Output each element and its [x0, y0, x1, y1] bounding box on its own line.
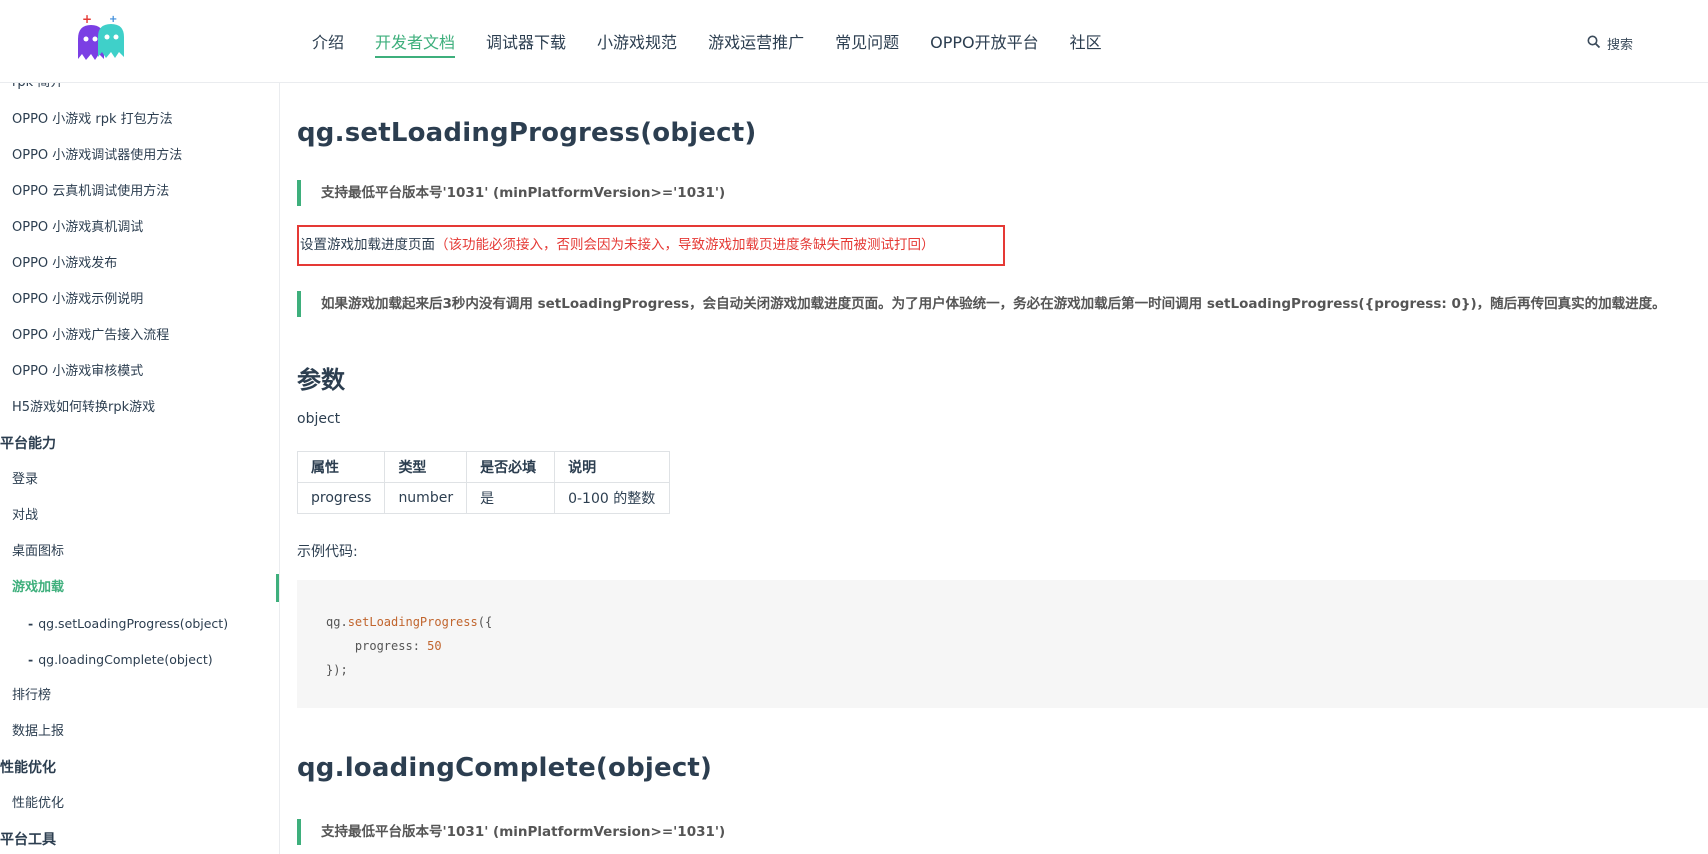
description-text: 设置游戏加载进度页面: [300, 237, 435, 253]
table-cell: 是: [466, 482, 556, 514]
table-row: progress number 是 0-100 的整数: [296, 482, 671, 514]
search-box[interactable]: 搜索: [1587, 34, 1633, 53]
subitem-label: qg.setLoadingProgress(object): [38, 616, 229, 631]
table-header-row: 属性 类型 是否必填 说明: [296, 451, 671, 483]
code-line: qg.setLoadingProgress({: [326, 615, 493, 629]
table-cell: progress: [296, 482, 386, 514]
sidebar-item[interactable]: OPPO 小游戏广告接入流程: [12, 327, 169, 345]
params-heading: 参数: [297, 366, 345, 394]
sidebar-item-login[interactable]: 登录: [12, 471, 38, 489]
main-nav: 介绍 开发者文档 调试器下载 小游戏规范 游戏运营推广 常见问题 OPPO开放平…: [312, 30, 1133, 58]
sidebar-item-desktop-icon[interactable]: 桌面图标: [12, 543, 64, 561]
search-label: 搜索: [1607, 38, 1634, 53]
logo-icon[interactable]: + +: [74, 12, 132, 65]
table-cell: 0-100 的整数: [554, 482, 671, 514]
sidebar-item[interactable]: H5游戏如何转换rpk游戏: [12, 399, 155, 417]
description-warning: （该功能必须接入，否则会因为未接入，导致游戏加载页进度条缺失而被测试打回）: [435, 237, 935, 253]
nav-oppo-open-platform[interactable]: OPPO开放平台: [930, 30, 1039, 56]
subitem-label: qg.loadingComplete(object): [38, 652, 213, 667]
table-cell: number: [384, 482, 468, 514]
description-highlight: 设置游戏加载进度页面（该功能必须接入，否则会因为未接入，导致游戏加载页进度条缺失…: [297, 225, 1005, 266]
api-title-set-loading-progress: qg.setLoadingProgress(object): [297, 118, 757, 148]
sidebar-item-data-report[interactable]: 数据上报: [12, 723, 64, 741]
nav-developer-docs[interactable]: 开发者文档: [375, 30, 456, 58]
sidebar-item[interactable]: OPPO 云真机调试使用方法: [12, 183, 169, 201]
nav-minigame-spec[interactable]: 小游戏规范: [597, 30, 677, 56]
code-block[interactable]: qg.setLoadingProgress({ progress: 50 });: [297, 580, 1708, 708]
sidebar-item[interactable]: OPPO 小游戏示例说明: [12, 291, 143, 309]
sidebar-group-performance[interactable]: 性能优化: [0, 759, 56, 777]
version-tip: 支持最低平台版本号'1031' (minPlatformVersion>='10…: [297, 180, 725, 206]
object-label: object: [297, 411, 341, 427]
example-code-label: 示例代码:: [297, 544, 358, 560]
loading-note: 如果游戏加载起来后3秒内没有调用 setLoadingProgress，会自动关…: [297, 291, 1666, 317]
sidebar-item-game-loading[interactable]: 游戏加载: [12, 579, 64, 597]
sidebar-subitem-loading-complete[interactable]: - qg.loadingComplete(object): [28, 651, 213, 669]
sidebar-item[interactable]: OPPO 小游戏调试器使用方法: [12, 147, 182, 165]
sidebar-subitem-set-loading-progress[interactable]: - qg.setLoadingProgress(object): [28, 615, 228, 633]
table-header: 是否必填: [466, 451, 556, 483]
top-navbar: + + 介绍 开发者文档 调试器下载 小游戏规范 游戏运营推广 常见问题 OPP…: [0, 0, 1708, 83]
sidebar-group-tools[interactable]: 平台工具: [0, 831, 56, 849]
search-icon: [1587, 34, 1601, 53]
nav-intro[interactable]: 介绍: [312, 30, 344, 56]
sidebar-item-performance[interactable]: 性能优化: [12, 795, 64, 813]
nav-operation-promotion[interactable]: 游戏运营推广: [708, 30, 804, 56]
api-title-loading-complete: qg.loadingComplete(object): [297, 753, 713, 783]
code-line: });: [326, 663, 348, 677]
sidebar-item-battle[interactable]: 对战: [12, 507, 38, 525]
sidebar-item-leaderboard[interactable]: 排行榜: [12, 687, 51, 705]
param-table: 属性 类型 是否必填 说明 progress number 是 0-100 的整…: [296, 451, 671, 514]
sidebar-item[interactable]: OPPO 小游戏 rpk 打包方法: [12, 111, 173, 129]
sidebar-item[interactable]: OPPO 小游戏真机调试: [12, 219, 143, 237]
sidebar-item-rpk-intro[interactable]: rpk 简介: [12, 83, 63, 92]
table-header: 属性: [296, 451, 386, 483]
nav-debugger-download[interactable]: 调试器下载: [486, 30, 566, 56]
nav-faq[interactable]: 常见问题: [835, 30, 899, 56]
table-header: 说明: [554, 451, 671, 483]
code-line: progress: 50: [326, 639, 442, 653]
sidebar-item[interactable]: OPPO 小游戏审核模式: [12, 363, 143, 381]
active-indicator: [276, 574, 279, 602]
sidebar-group-platform[interactable]: 平台能力: [0, 435, 56, 453]
nav-community[interactable]: 社区: [1070, 30, 1102, 56]
main-content: qg.setLoadingProgress(object) 支持最低平台版本号'…: [296, 83, 1708, 854]
svg-text:+: +: [109, 14, 117, 25]
table-header: 类型: [384, 451, 468, 483]
svg-text:+: +: [82, 13, 92, 26]
sidebar: rpk 简介 OPPO 小游戏 rpk 打包方法 OPPO 小游戏调试器使用方法…: [0, 83, 280, 854]
sidebar-item[interactable]: OPPO 小游戏发布: [12, 255, 117, 273]
version-tip: 支持最低平台版本号'1031' (minPlatformVersion>='10…: [297, 819, 725, 845]
